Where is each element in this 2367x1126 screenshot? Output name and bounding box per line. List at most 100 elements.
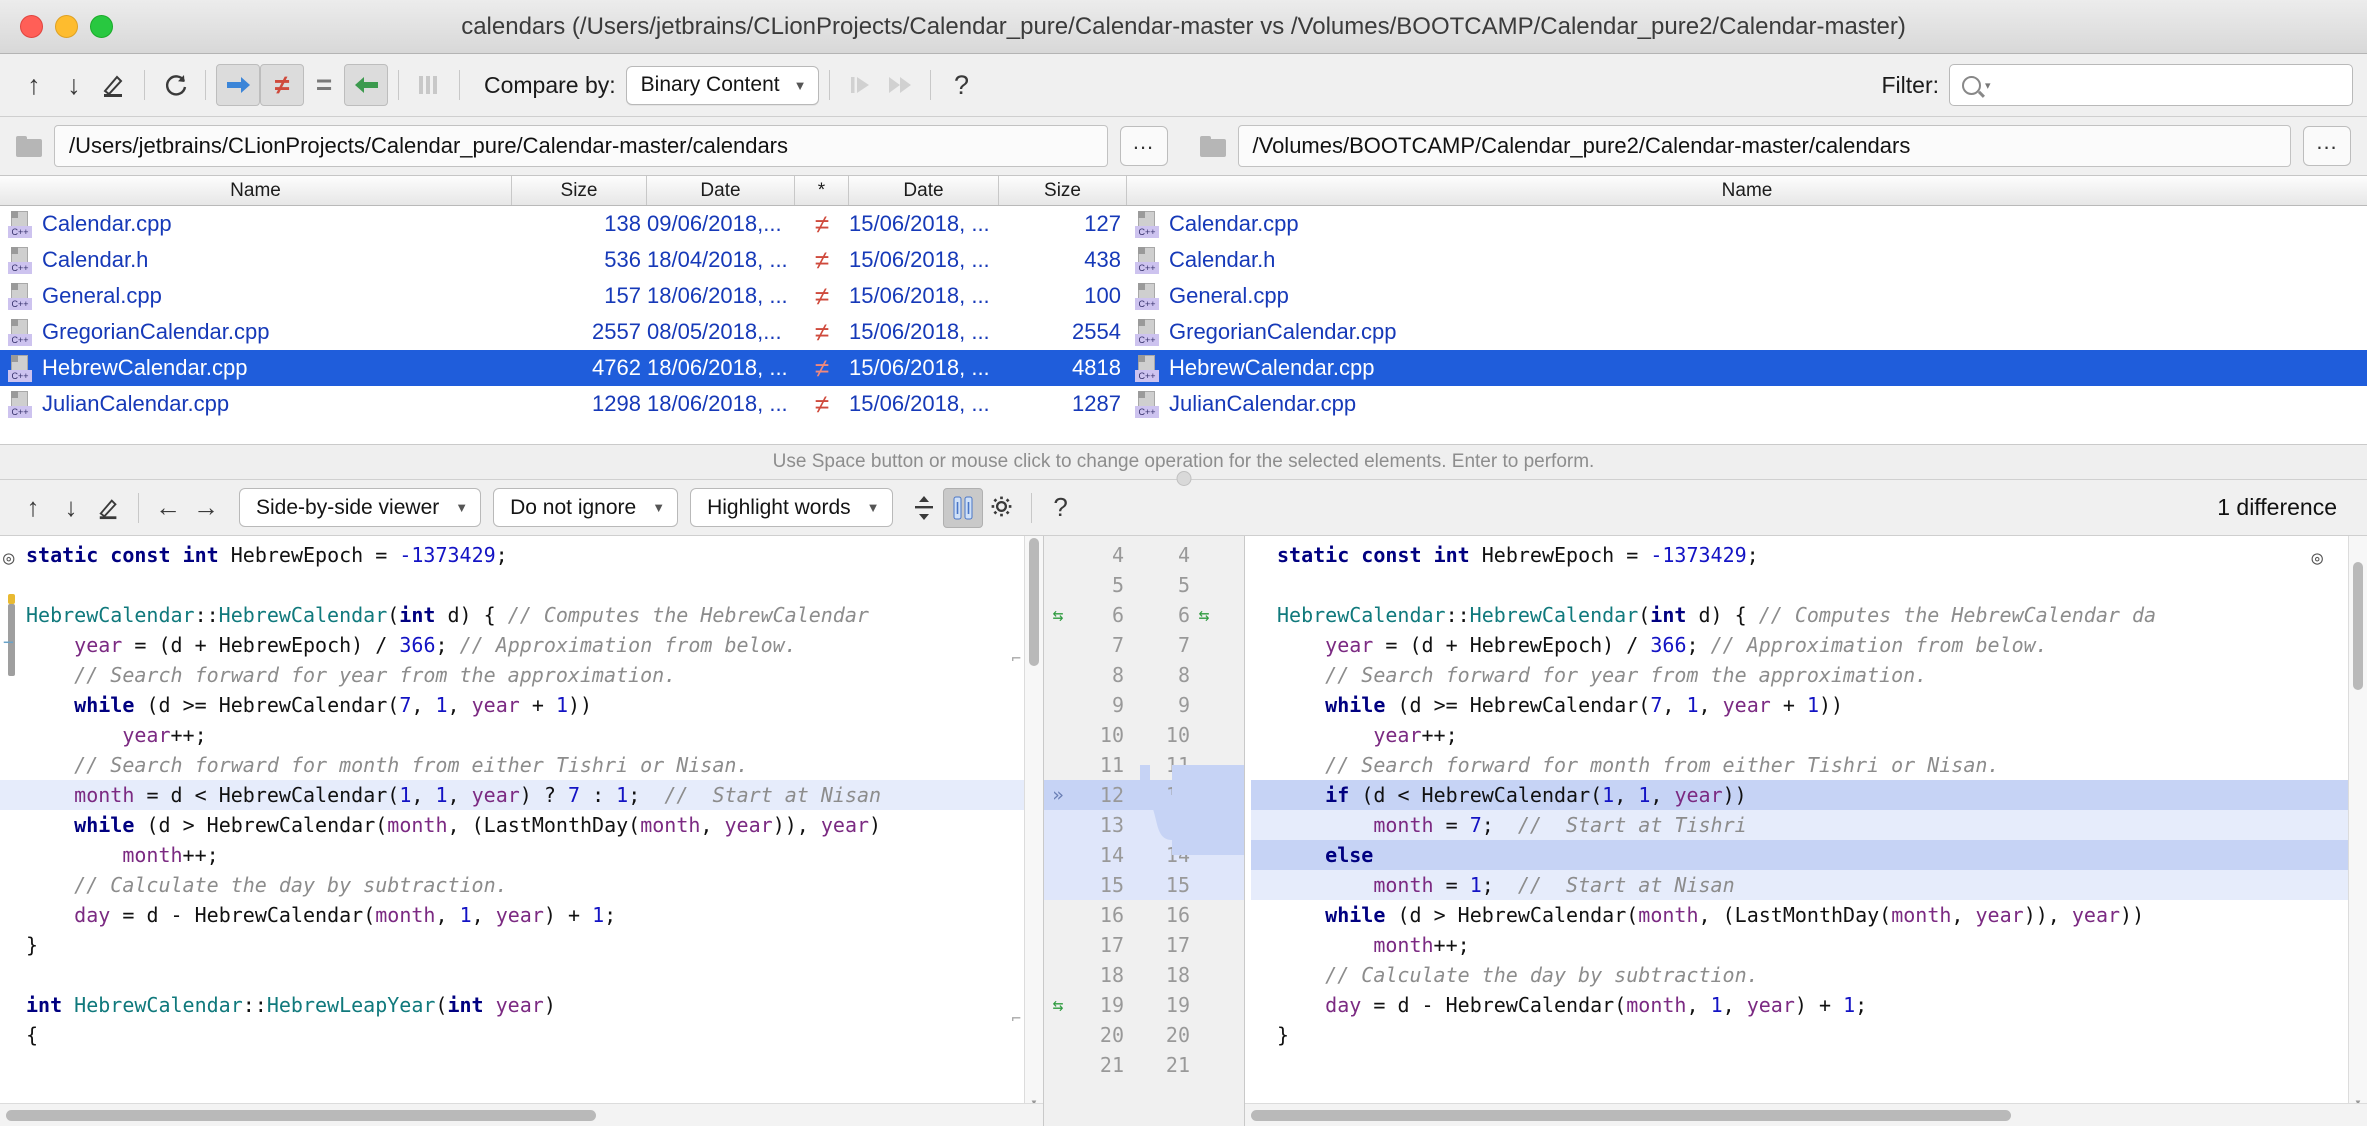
refresh-button[interactable]	[155, 65, 195, 105]
cpp-file-icon: C++	[8, 390, 33, 418]
gutter-line-row: 77	[1044, 630, 1244, 660]
column-header-name-left[interactable]: Name	[0, 176, 512, 205]
compare-by-dropdown[interactable]: Binary Content ▼	[625, 65, 820, 105]
show-different-button[interactable]: ≠	[260, 64, 304, 106]
diff-forward-button[interactable]: →	[187, 489, 225, 527]
code-line: static const int HebrewEpoch = -1373429;	[26, 543, 508, 567]
diff-previous-button[interactable]: ↑	[14, 489, 52, 527]
code-line: // Calculate the day by subtraction.	[74, 873, 508, 897]
ignore-mode-dropdown[interactable]: Do not ignore ▼	[493, 488, 679, 527]
previous-difference-icon[interactable]: ↑	[14, 65, 54, 105]
left-code-area[interactable]: ◎ − static const int HebrewEpoch = -1373…	[0, 536, 1043, 1103]
synchronize-button[interactable]	[409, 65, 449, 105]
left-scroll-thumb[interactable]	[1029, 538, 1039, 666]
cell-right-date: 15/06/2018, ...	[849, 391, 990, 416]
right-browse-button[interactable]: ...	[2303, 126, 2351, 166]
diff-edit-button[interactable]	[90, 489, 128, 527]
viewer-mode-dropdown[interactable]: Side-by-side viewer ▼	[239, 488, 482, 527]
table-row[interactable]: C++ General.cpp 157 18/06/2018, ... ≠ 15/06/2…	[0, 278, 2367, 314]
table-row[interactable]: C++ Calendar.cpp 138 09/06/2018,... ≠ 15/06/2…	[0, 206, 2367, 242]
minimize-button[interactable]	[55, 15, 78, 38]
show-new-on-left-button[interactable]	[344, 64, 388, 106]
run-all-button[interactable]	[880, 65, 920, 105]
right-code-area[interactable]: static const int HebrewEpoch = -1373429;…	[1245, 536, 2367, 1103]
right-path-input[interactable]: /Volumes/BOOTCAMP/Calendar_pure2/Calenda…	[1237, 125, 2291, 167]
show-new-on-right-button[interactable]	[216, 64, 260, 106]
cell-left-date: 18/04/2018, ...	[647, 247, 788, 272]
column-header-date-right[interactable]: Date	[849, 176, 999, 205]
right-code-lines: static const int HebrewEpoch = -1373429;…	[1245, 540, 2367, 1050]
down-arrow-icon: ↓	[67, 69, 81, 100]
cell-operation[interactable]: ≠	[795, 278, 849, 314]
filter-area: Filter: ▾	[1882, 64, 2353, 106]
accept-left-icon[interactable]: «	[1198, 784, 1209, 806]
cell-left-date: 08/05/2018,...	[647, 319, 782, 344]
table-row[interactable]: C++ JulianCalendar.cpp 1298 18/06/2018, ...…	[0, 386, 2367, 422]
column-header-date-left[interactable]: Date	[647, 176, 795, 205]
code-line: year = (d + HebrewEpoch) / 366; // Appro…	[1325, 633, 2048, 657]
pencil-icon	[99, 498, 117, 519]
difference-count-label: 1 difference	[2217, 494, 2337, 520]
column-header-size-left[interactable]: Size	[512, 176, 647, 205]
left-vertical-scrollbar[interactable]: ▾	[1024, 536, 1043, 1103]
right-vertical-scrollbar[interactable]: ▾	[2348, 536, 2367, 1103]
right-scroll-down-icon[interactable]: ▾	[2351, 1087, 2365, 1103]
left-path-input[interactable]: /Users/jetbrains/CLionProjects/Calendar_…	[54, 125, 1108, 167]
apply-left-icon[interactable]: ⇆	[1053, 605, 1064, 626]
apply-left-icon-2[interactable]: ⇆	[1053, 995, 1064, 1016]
show-equal-button[interactable]: =	[304, 65, 344, 105]
column-header-name-right[interactable]: Name	[1127, 176, 2367, 205]
column-header-operation[interactable]: *	[795, 176, 849, 205]
code-line: month = 1; // Start at Nisan	[1251, 870, 2367, 900]
diff-help-button[interactable]: ?	[1042, 489, 1080, 527]
toolbar-divider-4	[459, 70, 460, 100]
collapse-unchanged-button[interactable]	[905, 489, 943, 527]
edit-source-icon[interactable]	[94, 65, 134, 105]
cell-operation[interactable]: ≠	[795, 242, 849, 278]
close-button[interactable]	[20, 15, 43, 38]
right-horizontal-scrollbar[interactable]	[1245, 1103, 2367, 1126]
column-header-size-right[interactable]: Size	[999, 176, 1127, 205]
cell-left-name: C++ JulianCalendar.cpp	[0, 386, 512, 422]
code-line: while (d > HebrewCalendar(month, (LastMo…	[1325, 903, 2145, 927]
code-line: else	[1251, 840, 2367, 870]
left-fold-marker-1[interactable]: ⌐	[1011, 644, 1021, 674]
left-browse-button[interactable]: ...	[1119, 126, 1168, 166]
splitter-handle[interactable]	[1176, 471, 1191, 486]
help-button[interactable]: ?	[941, 65, 981, 105]
synchronize-scroll-button[interactable]	[942, 487, 983, 528]
sync-scroll-icon	[953, 496, 973, 519]
left-horizontal-scrollbar[interactable]	[0, 1103, 1043, 1126]
diff-back-button[interactable]: ←	[149, 489, 187, 527]
right-eye-icon[interactable]: ◎	[2312, 543, 2323, 573]
diff-next-button[interactable]: ↓	[52, 489, 90, 527]
filter-input[interactable]: ▾	[1949, 64, 2353, 106]
table-row[interactable]: C++ Calendar.h 536 18/04/2018, ... ≠ 15/06/20…	[0, 242, 2367, 278]
cell-left-name: C++ HebrewCalendar.cpp	[0, 350, 512, 386]
left-fold-marker-2[interactable]: ⌐	[1011, 1004, 1021, 1034]
apply-right-icon[interactable]: ⇆	[1199, 605, 1210, 626]
cell-operation[interactable]: ≠	[795, 350, 849, 386]
left-hscroll-thumb[interactable]	[6, 1110, 596, 1121]
up-arrow-icon: ↑	[26, 492, 40, 522]
cell-right-date: 15/06/2018, ...	[849, 319, 990, 344]
table-row[interactable]: C++ GregorianCalendar.cpp 2557 08/05/2018,.…	[0, 314, 2367, 350]
left-scroll-down-icon[interactable]: ▾	[1027, 1087, 1041, 1103]
step-button[interactable]	[840, 65, 880, 105]
diff-settings-button[interactable]	[983, 489, 1021, 527]
cell-operation[interactable]: ≠	[795, 386, 849, 422]
maximize-button[interactable]	[90, 15, 113, 38]
cell-right-date: 15/06/2018, ...	[849, 211, 990, 236]
cell-operation[interactable]: ≠	[795, 206, 849, 242]
arrow-right-icon	[226, 77, 250, 93]
right-scroll-thumb[interactable]	[2353, 562, 2363, 690]
table-row[interactable]: C++ HebrewCalendar.cpp 4762 18/06/2018, ...…	[0, 350, 2367, 386]
cell-operation[interactable]: ≠	[795, 314, 849, 350]
left-line-number: 21	[1099, 1053, 1124, 1077]
right-hscroll-thumb[interactable]	[1251, 1110, 2011, 1121]
accept-right-icon[interactable]: »	[1052, 784, 1063, 806]
highlight-mode-dropdown[interactable]: Highlight words ▼	[690, 488, 893, 527]
next-difference-icon[interactable]: ↓	[54, 65, 94, 105]
left-line-number: 10	[1099, 723, 1124, 747]
